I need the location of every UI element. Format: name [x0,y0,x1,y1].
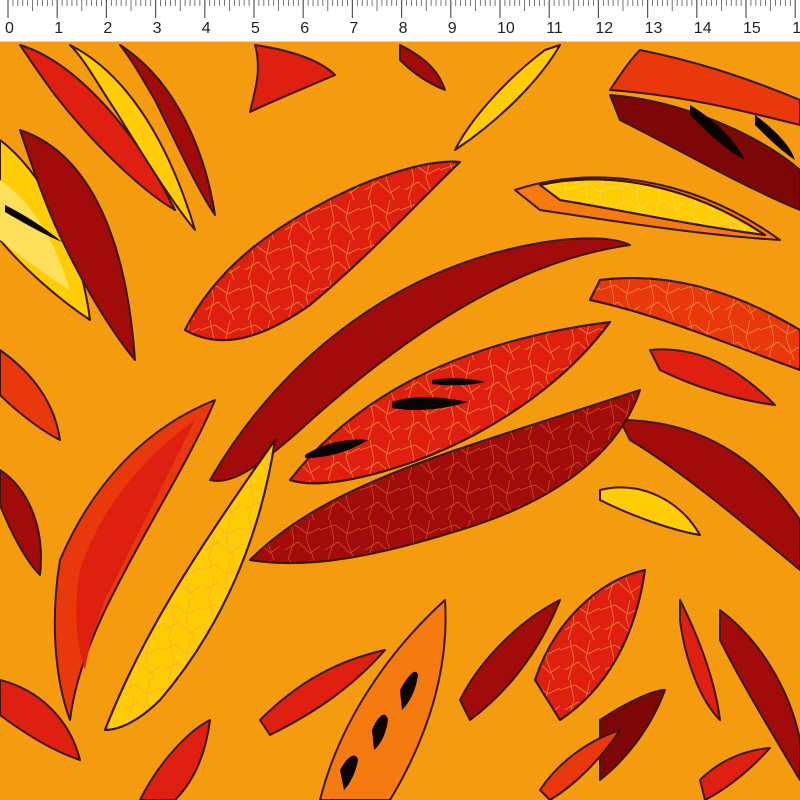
ruler-label: 14 [694,20,712,37]
ruler-label: 0 [5,20,14,37]
ruler-label: 5 [251,20,260,37]
ruler-label: 8 [399,20,408,37]
ruler-label: 10 [497,20,515,37]
ruler-label: 1 [792,20,800,37]
ruler-label: 13 [645,20,663,37]
ruler-label: 6 [300,20,309,37]
fabric-swatch-page: 0 1 2 3 4 5 6 7 8 9 10 11 12 13 14 15 1 [0,0,800,800]
ruler-label: 12 [595,20,613,37]
ruler-label: 1 [54,20,63,37]
ruler-label: 11 [546,20,563,37]
ruler-label: 2 [103,20,112,37]
ruler-label: 15 [743,20,761,37]
measuring-ruler: 0 1 2 3 4 5 6 7 8 9 10 11 12 13 14 15 1 [0,0,800,42]
flame-leaf-pattern [0,41,800,800]
ruler-label: 4 [202,20,211,37]
ruler-label: 9 [448,20,457,37]
ruler-label: 7 [349,20,358,37]
ruler-label: 3 [153,20,162,37]
ruler-graphic: 0 1 2 3 4 5 6 7 8 9 10 11 12 13 14 15 1 [5,0,800,37]
fabric-print [0,41,800,800]
